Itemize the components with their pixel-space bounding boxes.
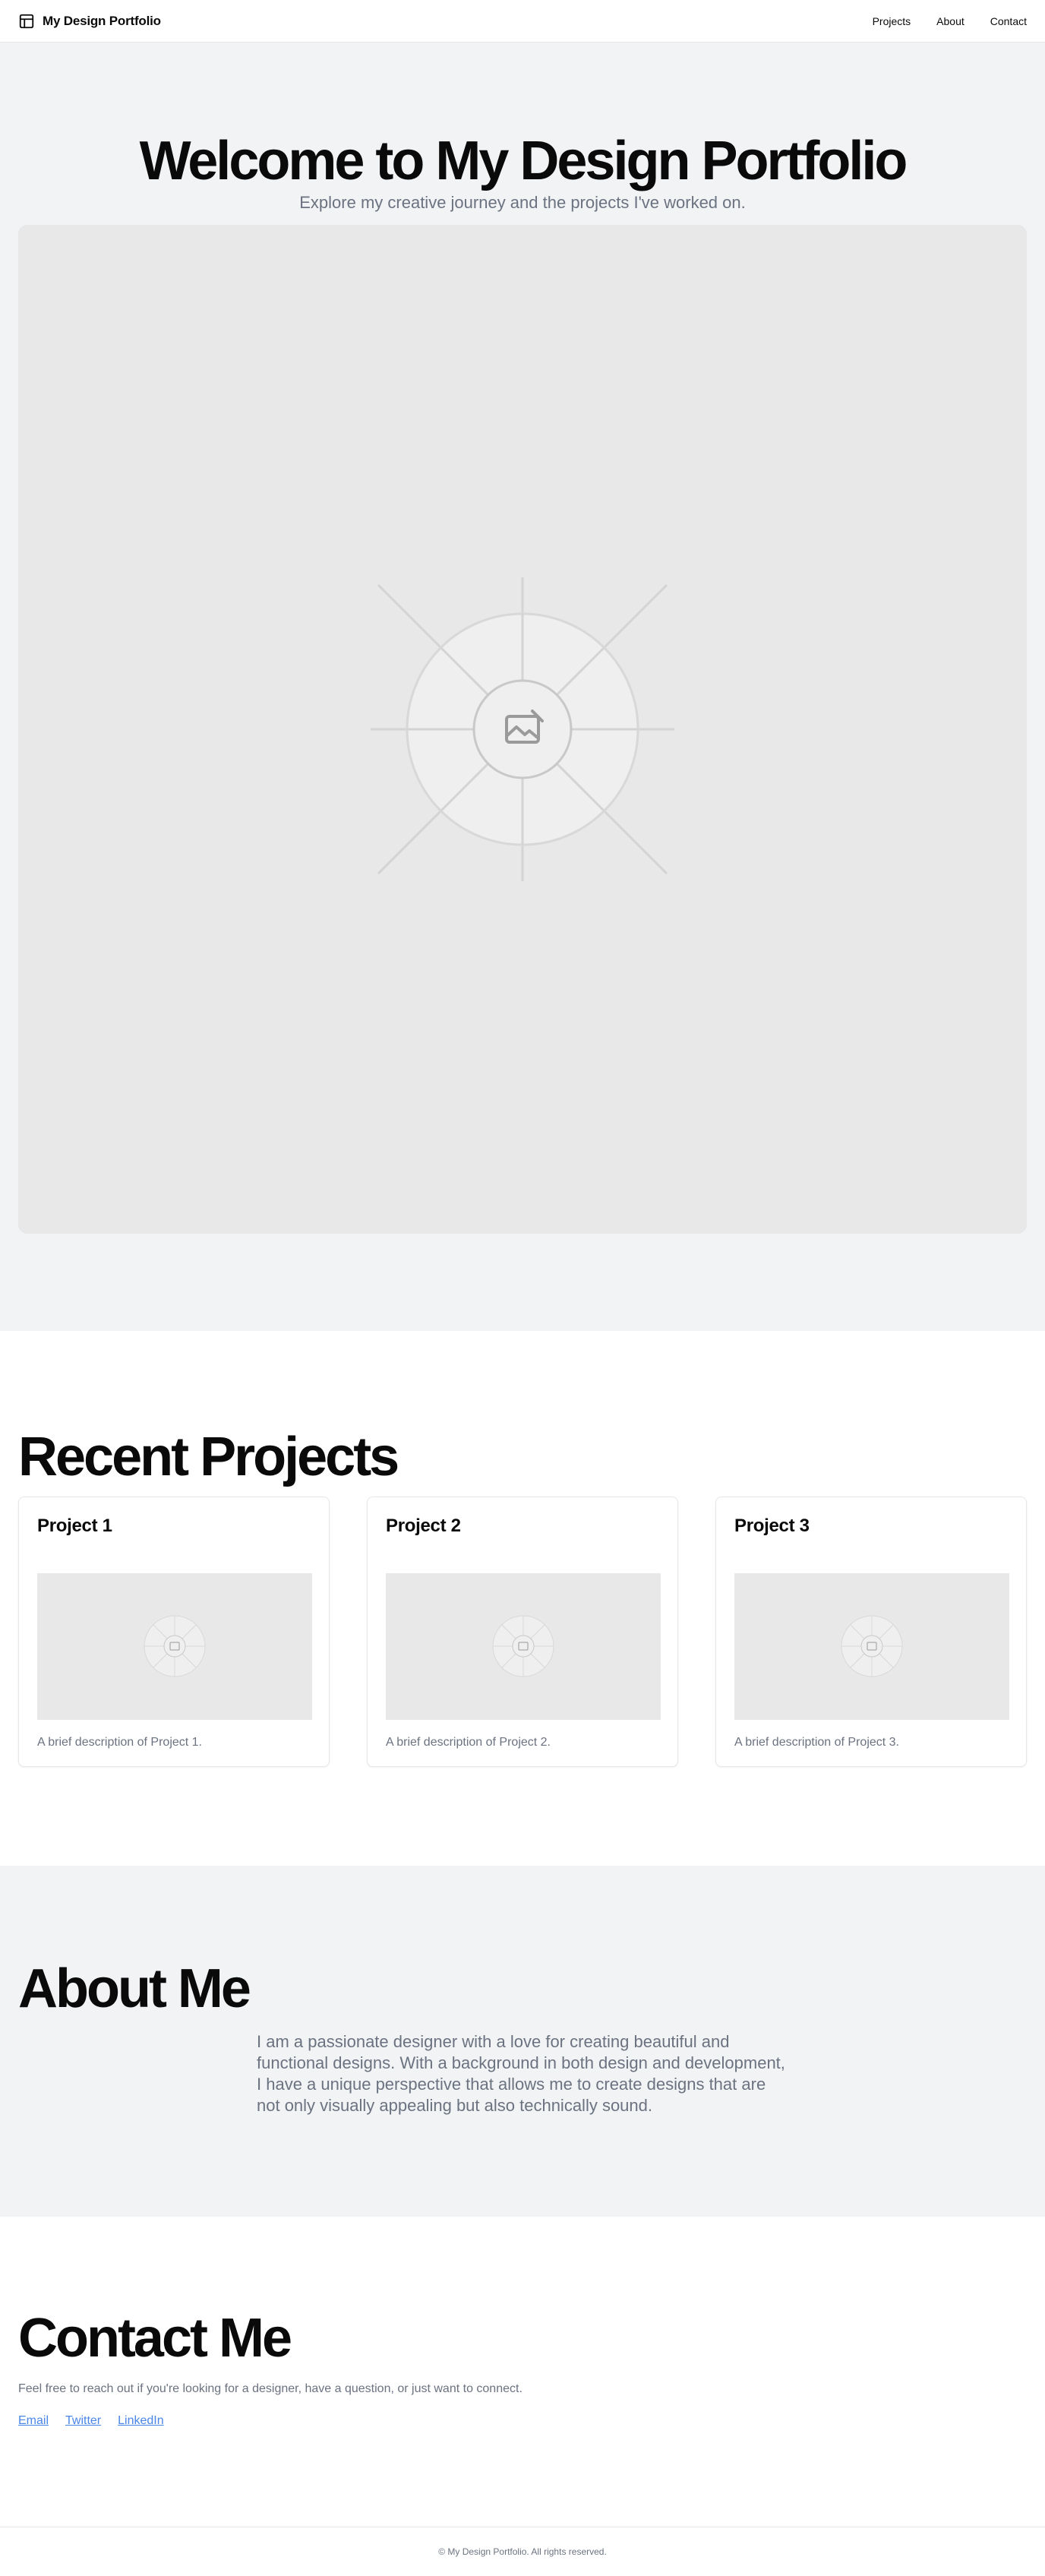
image-placeholder-icon <box>492 1615 554 1677</box>
project-title: Project 1 <box>37 1516 112 1536</box>
email-link[interactable]: Email <box>18 2414 49 2428</box>
project-description: A brief description of Project 1. <box>37 1736 202 1749</box>
project-image <box>37 1573 312 1720</box>
project-image <box>386 1573 661 1720</box>
project-card[interactable]: Project 3 A brief description of Project… <box>715 1497 1027 1767</box>
contact-title: Contact Me <box>18 2308 292 2369</box>
project-description: A brief description of Project 3. <box>734 1736 899 1749</box>
nav-link-projects[interactable]: Projects <box>873 15 911 27</box>
project-card[interactable]: Project 2 A brief description of Project… <box>367 1497 678 1767</box>
image-placeholder-icon <box>841 1615 903 1677</box>
about-text: I am a passionate designer with a love f… <box>257 2032 785 2115</box>
project-title: Project 2 <box>386 1516 461 1536</box>
layout-icon <box>19 14 34 28</box>
site-footer: © My Design Portfolio. All rights reserv… <box>0 2527 1045 2576</box>
hero-title: Welcome to My Design Portfolio <box>139 131 908 191</box>
projects-section: Recent Projects Project 1 A brief descri… <box>0 1331 1045 1866</box>
nav-link-about[interactable]: About <box>936 15 964 27</box>
site-header: My Design Portfolio Projects About Conta… <box>0 0 1045 43</box>
linkedin-link[interactable]: LinkedIn <box>118 2414 164 2428</box>
contact-text: Feel free to reach out if you're looking… <box>18 2382 522 2395</box>
main-nav: Projects About Contact <box>873 15 1027 27</box>
copyright-text: © My Design Portfolio. All rights reserv… <box>438 2546 607 2557</box>
hero-subtitle: Explore my creative journey and the proj… <box>299 193 746 212</box>
nav-link-contact[interactable]: Contact <box>990 15 1027 27</box>
project-image <box>734 1573 1009 1720</box>
brand-name: My Design Portfolio <box>43 13 161 28</box>
hero-image <box>18 225 1027 1234</box>
project-card[interactable]: Project 1 A brief description of Project… <box>18 1497 330 1767</box>
contact-section: Contact Me Feel free to reach out if you… <box>0 2217 1045 2530</box>
image-placeholder-icon <box>144 1615 206 1677</box>
project-title: Project 3 <box>734 1516 810 1536</box>
contact-links: Email Twitter LinkedIn <box>18 2414 164 2428</box>
projects-title: Recent Projects <box>18 1427 399 1487</box>
project-description: A brief description of Project 2. <box>386 1736 551 1749</box>
about-title: About Me <box>18 1958 251 2019</box>
hero-section: Welcome to My Design Portfolio Explore m… <box>0 43 1045 1331</box>
twitter-link[interactable]: Twitter <box>65 2414 101 2428</box>
image-placeholder-icon <box>371 577 674 881</box>
about-section: About Me I am a passionate designer with… <box>0 1866 1045 2217</box>
brand[interactable]: My Design Portfolio <box>18 13 161 30</box>
